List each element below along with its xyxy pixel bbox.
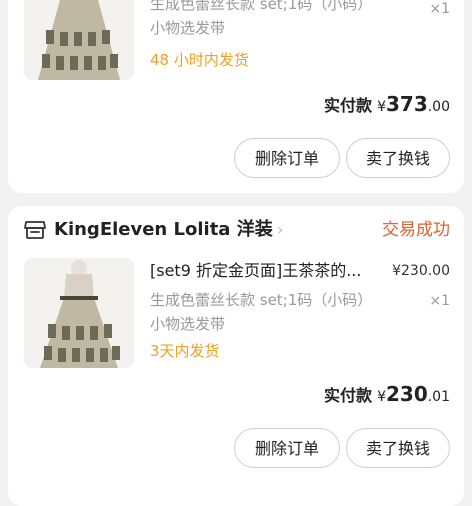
paid-integer: 230 — [385, 382, 428, 406]
delete-order-button[interactable]: 删除订单 — [234, 138, 340, 178]
shipping-note: 3天内发货 — [150, 342, 220, 360]
unit-price: ¥230.00 — [392, 263, 450, 279]
paid-integer: 373 — [385, 92, 428, 116]
product-thumbnail[interactable] — [24, 0, 134, 80]
paid-amount: 实付款 ¥373.00 — [324, 92, 450, 120]
order-status: 交易成功 — [382, 220, 450, 240]
resell-button[interactable]: 卖了换钱 — [346, 138, 450, 178]
paid-amount: 实付款 ¥230.01 — [324, 382, 450, 410]
delete-order-button[interactable]: 删除订单 — [234, 428, 340, 468]
product-spec: 生成色蕾丝长款 set;1码（小码）小物选发带 — [150, 291, 373, 333]
order-card[interactable]: 生成色蕾丝长款 set;1码（小码）小物选发带 ×1 48 小时内发货 实付款 … — [8, 0, 464, 193]
paid-decimal: .00 — [427, 99, 450, 115]
paid-decimal: .01 — [427, 389, 450, 405]
quantity: ×1 — [429, 293, 450, 309]
chevron-right-icon: › — [277, 220, 284, 239]
quantity: ×1 — [429, 1, 450, 17]
product-title[interactable]: [set9 折定金页面]王茶茶的... — [150, 260, 361, 282]
order-card[interactable]: KingEleven Lolita 洋装 › 交易成功 [set9 折定金页面]… — [8, 206, 464, 506]
dress-image — [24, 0, 134, 80]
product-thumbnail[interactable] — [24, 258, 134, 368]
dress-image — [24, 258, 134, 368]
resell-button[interactable]: 卖了换钱 — [346, 428, 450, 468]
currency-symbol: ¥ — [377, 389, 386, 405]
shop-header[interactable]: KingEleven Lolita 洋装 › 交易成功 — [24, 218, 450, 242]
product-spec: 生成色蕾丝长款 set;1码（小码）小物选发带 — [150, 0, 373, 37]
currency-symbol: ¥ — [377, 99, 386, 115]
shop-icon — [24, 221, 46, 239]
paid-label: 实付款 — [323, 96, 372, 115]
shipping-note: 48 小时内发货 — [150, 51, 249, 69]
paid-label: 实付款 — [323, 386, 372, 405]
shop-name[interactable]: KingEleven Lolita 洋装 — [54, 218, 273, 242]
